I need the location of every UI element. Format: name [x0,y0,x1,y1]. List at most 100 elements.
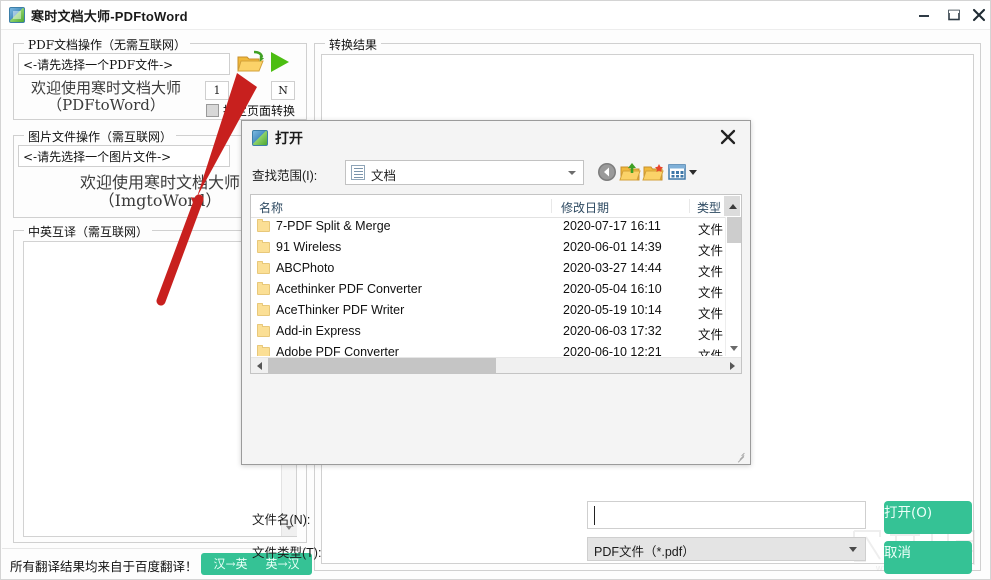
file-list-horizontal-scrollbar[interactable] [251,357,741,373]
file-name-cell: Add-in Express [276,324,361,338]
open-folder-icon[interactable] [237,50,267,74]
file-type-value: PDF文件（*.pdf） [594,545,695,559]
table-row[interactable]: Add-in Express 2020-06-03 17:32 文件 [251,322,725,343]
file-type-cell: 文件 [698,265,724,279]
page-to-field[interactable]: N [271,81,295,100]
file-type-cell: 文件 [698,328,724,342]
up-folder-icon[interactable] [619,161,641,183]
look-in-value: 文档 [371,169,397,183]
file-date-cell: 2020-05-04 16:10 [563,282,662,296]
page-range-arrow: → [234,84,248,100]
file-date-cell: 2020-03-27 14:44 [563,261,662,275]
scroll-left-arrow-icon[interactable] [251,358,267,373]
translation-source-note: 所有翻译结果均来自于百度翻译！ [10,559,198,574]
minimize-icon [919,15,929,17]
folder-icon [257,240,270,253]
file-name-label: 文件名(N): [252,513,311,527]
file-list-vertical-scrollbar[interactable] [725,217,741,356]
scroll-thumb[interactable] [727,217,741,243]
image-group-title: 图片文件操作（需互联网） [24,128,177,145]
back-icon[interactable] [596,161,618,183]
dialog-cancel-button[interactable]: 取消 [884,541,972,574]
file-name-cell: Acethinker PDF Converter [276,282,422,296]
image-file-placeholder: <-请先选择一个图片文件-> [23,150,172,164]
scroll-right-arrow-icon[interactable] [725,358,741,373]
file-date-cell: 2020-05-19 10:14 [563,303,662,317]
maximize-icon [948,9,960,21]
file-name-cell: 91 Wireless [276,240,342,254]
table-row[interactable]: Adobe PDF Converter 2020-06-10 12:21 文件 [251,343,725,356]
folder-icon [257,282,270,295]
look-in-combobox[interactable]: 文档 [345,160,584,185]
chevron-down-icon[interactable] [842,538,865,560]
file-name-cell: ABCPhoto [276,261,335,275]
pdf-welcome-message: 欢迎使用寒时文档大师 （PDFtoWord） [18,79,194,115]
folder-icon [257,324,270,337]
play-convert-icon[interactable] [268,50,292,74]
close-icon [972,8,986,22]
views-icon[interactable] [668,161,698,183]
folder-icon [257,261,270,274]
text-caret [594,506,595,525]
table-row[interactable]: 7-PDF Split & Merge 2020-07-17 16:11 文件 [251,217,725,238]
specify-pages-label: 指定页面转换 [223,104,296,118]
file-name-cell: Adobe PDF Converter [276,345,399,356]
folder-icon [257,303,270,316]
scroll-down-arrow-icon[interactable] [726,340,741,356]
application-window: 寒时文档大师-PDFtoWord PDF文档操作（无需互联网） <-请先选择一个… [0,0,991,580]
dialog-titlebar: 打开 [242,121,750,155]
table-row[interactable]: AceThinker PDF Writer 2020-05-19 10:14 文件 [251,301,725,322]
chevron-down-icon[interactable] [568,171,576,175]
file-type-cell: 文件 [698,223,724,237]
translate-group-title: 中英互译（需互联网） [24,223,153,240]
file-date-cell: 2020-06-01 14:39 [563,240,662,254]
file-date-cell: 2020-06-10 12:21 [563,345,662,356]
file-list[interactable]: 名称 修改日期 类型 7-PDF Split & Merge 2020-07-17… [250,194,742,374]
app-logo-icon [252,130,268,146]
pdf-file-path-field[interactable]: <-请先选择一个PDF文件-> [18,53,230,75]
file-type-cell: 文件 [698,349,724,356]
app-logo-icon [9,7,25,23]
file-type-label: 文件类型(T): [252,546,322,560]
resize-grip-icon[interactable] [735,450,747,463]
folder-icon [257,345,270,356]
maximize-button[interactable] [939,1,969,29]
file-name-cell: 7-PDF Split & Merge [276,219,391,233]
file-list-body[interactable]: 7-PDF Split & Merge 2020-07-17 16:11 文件 91 … [251,217,725,356]
table-row[interactable]: Acethinker PDF Converter 2020-05-04 16:10… [251,280,725,301]
dialog-close-button[interactable] [718,127,742,149]
file-type-cell: 文件 [698,286,724,300]
window-titlebar: 寒时文档大师-PDFtoWord [1,1,990,30]
folder-icon [257,219,270,232]
minimize-button[interactable] [909,1,939,29]
column-header-type[interactable]: 类型 [697,199,721,216]
file-date-cell: 2020-06-03 17:32 [563,324,662,338]
file-type-cell: 文件 [698,244,724,258]
conversion-result-title: 转换结果 [325,36,382,53]
pdf-group-title: PDF文档操作（无需互联网） [24,36,191,53]
pdf-file-placeholder: <-请先选择一个PDF文件-> [23,58,174,72]
file-name-cell: AceThinker PDF Writer [276,303,405,317]
file-date-cell: 2020-07-17 16:11 [563,219,661,233]
column-header-name[interactable]: 名称 [259,199,283,216]
table-row[interactable]: 91 Wireless 2020-06-01 14:39 文件 [251,238,725,259]
pdf-welcome-line1: 欢迎使用寒时文档大师 [30,79,181,97]
open-file-dialog: 打开 查找范围(I): 文档 名称 修改日期 类型 7-PDF Split & … [241,120,972,574]
column-header-date[interactable]: 修改日期 [561,199,609,216]
pdf-welcome-line2: （PDFtoWord） [47,96,165,115]
image-file-path-field[interactable]: <-请先选择一个图片文件-> [18,145,230,167]
file-type-combobox[interactable]: PDF文件（*.pdf） [587,537,866,561]
close-icon [720,129,736,145]
close-button[interactable] [967,1,990,29]
page-from-field[interactable]: 1 [205,81,229,100]
table-row[interactable]: ABCPhoto 2020-03-27 14:44 文件 [251,259,725,280]
specify-pages-checkbox[interactable] [206,104,219,117]
look-in-label: 查找范围(I): [252,169,318,183]
new-folder-icon[interactable] [642,161,664,183]
sort-ascending-icon[interactable] [724,196,740,216]
file-name-input[interactable] [587,501,866,529]
dialog-title: 打开 [275,130,303,146]
scroll-thumb[interactable] [268,358,496,373]
dialog-open-button[interactable]: 打开(O) [884,501,972,534]
file-list-header: 名称 修改日期 类型 [251,195,741,218]
